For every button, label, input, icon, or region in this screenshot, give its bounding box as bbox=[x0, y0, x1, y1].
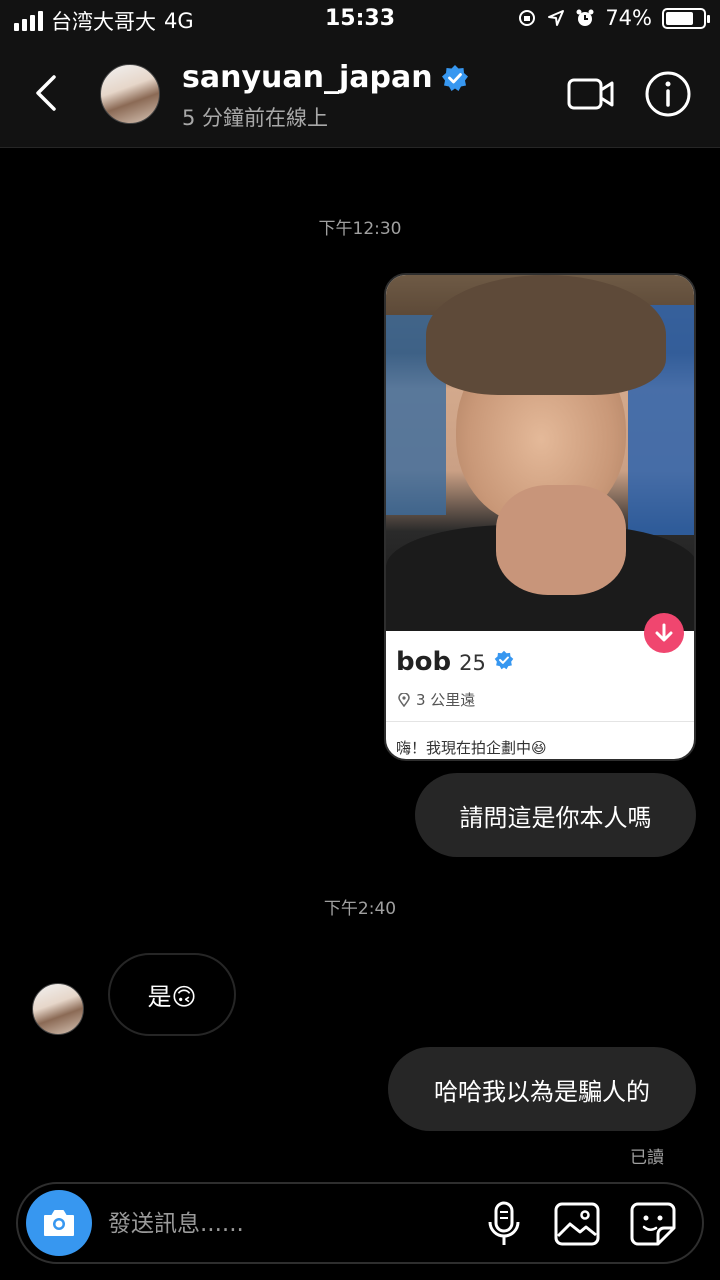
message-bubble-incoming[interactable]: 是🙃 bbox=[108, 953, 236, 1036]
profile-photo bbox=[386, 275, 694, 631]
status-right: 74% bbox=[517, 6, 710, 30]
header-avatar[interactable] bbox=[100, 64, 160, 124]
voice-message-button[interactable] bbox=[484, 1200, 524, 1248]
shared-profile-card[interactable]: bob 25 3 公里遠 嗨！我現在拍企劃中😆 bbox=[384, 273, 696, 761]
verified-badge-icon bbox=[494, 650, 514, 670]
download-button[interactable] bbox=[644, 613, 684, 653]
sticker-icon bbox=[630, 1202, 676, 1246]
divider bbox=[386, 721, 694, 722]
message-input[interactable] bbox=[108, 1202, 468, 1246]
battery-percent: 74% bbox=[605, 6, 652, 30]
battery-fill bbox=[666, 11, 693, 25]
alarm-icon bbox=[576, 9, 594, 26]
camera-icon bbox=[44, 1210, 74, 1236]
card-distance: 3 公里遠 bbox=[398, 689, 475, 710]
back-button[interactable] bbox=[24, 66, 68, 120]
header-status: 5 分鐘前在線上 bbox=[182, 106, 329, 130]
card-name: bob bbox=[396, 647, 452, 677]
card-bio: 嗨！我現在拍企劃中😆 bbox=[396, 739, 547, 757]
orientation-lock-icon bbox=[519, 10, 536, 26]
username-label: sanyuan_japan bbox=[182, 60, 433, 95]
message-bubble-outgoing[interactable]: 請問這是你本人嗎 bbox=[415, 773, 696, 857]
read-receipt: 已讀 bbox=[630, 1148, 664, 1168]
camera-button[interactable] bbox=[26, 1190, 92, 1256]
verified-badge-icon bbox=[441, 64, 468, 91]
location-pin-icon bbox=[398, 692, 410, 707]
microphone-icon bbox=[488, 1201, 520, 1245]
video-call-button[interactable] bbox=[566, 70, 616, 118]
distance-label: 3 公里遠 bbox=[416, 691, 476, 709]
location-arrow-icon bbox=[548, 10, 565, 26]
message-bubble-outgoing[interactable]: 哈哈我以為是騙人的 bbox=[388, 1047, 696, 1131]
info-icon bbox=[645, 71, 691, 117]
status-bar: 台湾大哥大 4G 15:33 74% bbox=[0, 0, 720, 40]
timestamp: 下午2:40 bbox=[323, 899, 397, 919]
header-username[interactable]: sanyuan_japan bbox=[182, 60, 469, 95]
back-icon bbox=[36, 75, 56, 111]
message-text: 是🙃 bbox=[147, 983, 197, 1011]
sender-avatar[interactable] bbox=[32, 983, 84, 1035]
timestamp: 下午12:30 bbox=[318, 219, 402, 239]
message-text: 哈哈我以為是騙人的 bbox=[434, 1077, 650, 1106]
battery-icon bbox=[662, 7, 710, 29]
chat-header: sanyuan_japan 5 分鐘前在線上 bbox=[0, 40, 720, 148]
sticker-button[interactable] bbox=[628, 1200, 678, 1248]
video-call-icon bbox=[567, 78, 614, 110]
message-composer bbox=[16, 1182, 704, 1264]
card-age: 25 bbox=[459, 651, 486, 675]
message-text: 請問這是你本人嗎 bbox=[459, 803, 652, 832]
download-icon bbox=[655, 623, 673, 642]
info-button[interactable] bbox=[644, 70, 692, 118]
gallery-icon bbox=[554, 1202, 600, 1246]
card-name-row: bob 25 bbox=[396, 647, 514, 677]
gallery-button[interactable] bbox=[552, 1200, 602, 1248]
